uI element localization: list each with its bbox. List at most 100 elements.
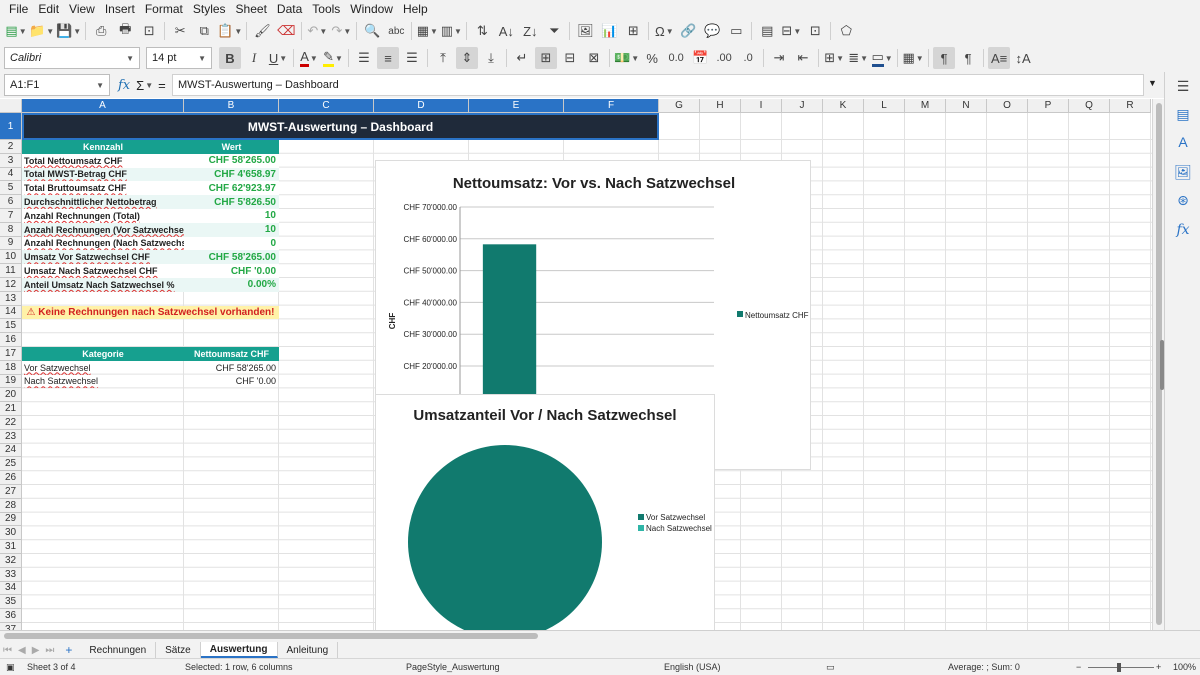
row-header-23[interactable]: 23 bbox=[0, 429, 22, 444]
freeze-rows-columns-icon[interactable]: ⊟ ▼ bbox=[780, 20, 802, 42]
category-name-cell[interactable]: Vor Satzwechsel bbox=[22, 361, 184, 375]
column-header-k[interactable]: K bbox=[823, 99, 864, 113]
spelling-icon[interactable]: abc bbox=[385, 20, 407, 42]
page-style[interactable]: PageStyle_Auswertung bbox=[406, 662, 500, 672]
category-value-cell[interactable]: CHF 58'265.00 bbox=[184, 361, 279, 375]
column-header-h[interactable]: H bbox=[700, 99, 741, 113]
align-left-icon[interactable]: ☰ bbox=[353, 47, 375, 69]
menu-item-edit[interactable]: Edit bbox=[33, 2, 64, 16]
column-header-g[interactable]: G bbox=[659, 99, 700, 113]
menu-item-insert[interactable]: Insert bbox=[100, 2, 140, 16]
chevron-down-icon[interactable]: ▼ bbox=[96, 81, 104, 90]
next-sheet-nav-icon[interactable]: ▶ bbox=[29, 645, 43, 656]
kpi-name-cell[interactable]: Total MWST-Betrag CHF bbox=[22, 167, 184, 182]
text-direction-rtl-icon[interactable]: ¶ bbox=[957, 47, 979, 69]
add-sheet-icon[interactable]: + bbox=[57, 643, 80, 657]
row-header-7[interactable]: 7 bbox=[0, 209, 22, 223]
insert-chart-icon[interactable]: 📊 bbox=[598, 20, 620, 42]
row-header-27[interactable]: 27 bbox=[0, 485, 22, 499]
row-icon[interactable]: ▦ ▼ bbox=[416, 20, 438, 42]
export-pdf-icon[interactable]: ⎙ bbox=[90, 20, 112, 42]
special-character-icon[interactable]: Ω ▼ bbox=[653, 20, 675, 42]
prev-sheet-nav-icon[interactable]: ◀ bbox=[15, 645, 29, 656]
menu-item-format[interactable]: Format bbox=[140, 2, 188, 16]
sheet-tab-rechnungen[interactable]: Rechnungen bbox=[80, 642, 157, 658]
row-header-28[interactable]: 28 bbox=[0, 498, 22, 513]
row-header-14[interactable]: 14 bbox=[0, 305, 22, 320]
text-orientation-horizontal-icon[interactable]: A≡ bbox=[988, 47, 1011, 69]
category-value-cell[interactable]: CHF '0.00 bbox=[184, 375, 279, 389]
undo-icon[interactable]: ↶ ▼ bbox=[306, 20, 328, 42]
row-header-29[interactable]: 29 bbox=[0, 512, 22, 527]
print-preview-icon[interactable]: ⊡ bbox=[138, 20, 160, 42]
name-box[interactable]: A1:F1 ▼ bbox=[4, 74, 110, 96]
menu-item-help[interactable]: Help bbox=[398, 2, 433, 16]
gallery-icon[interactable]: 🖼 bbox=[1173, 162, 1193, 182]
navigator-icon[interactable]: ⊛ bbox=[1173, 190, 1193, 210]
row-header-21[interactable]: 21 bbox=[0, 402, 22, 416]
column-header-q[interactable]: Q bbox=[1069, 99, 1110, 113]
row-header-12[interactable]: 12 bbox=[0, 278, 22, 292]
clone-formatting-icon[interactable]: 🖌 bbox=[251, 20, 273, 42]
functions-icon[interactable]: fx bbox=[1173, 220, 1193, 240]
find-replace-icon[interactable]: 🔍 bbox=[361, 20, 383, 42]
sheet-tab-auswertung[interactable]: Auswertung bbox=[200, 642, 278, 658]
font-name-combobox[interactable]: Calibri ▼ bbox=[4, 47, 140, 69]
row-header-4[interactable]: 4 bbox=[0, 167, 22, 182]
summary-status[interactable]: Average: ; Sum: 0 bbox=[948, 662, 1020, 672]
increase-indent-icon[interactable]: ⇥ bbox=[768, 47, 790, 69]
merge-cells-icon[interactable]: ⊟ bbox=[559, 47, 581, 69]
redo-icon[interactable]: ↷ ▼ bbox=[330, 20, 352, 42]
unmerge-cells-icon[interactable]: ⊠ bbox=[583, 47, 605, 69]
zoom-slider-thumb[interactable] bbox=[1117, 663, 1121, 672]
new-icon[interactable]: ▤ ▼ bbox=[5, 20, 27, 42]
row-header-32[interactable]: 32 bbox=[0, 554, 22, 568]
row-header-22[interactable]: 22 bbox=[0, 416, 22, 430]
row-header-8[interactable]: 8 bbox=[0, 222, 22, 237]
menu-item-view[interactable]: View bbox=[64, 2, 100, 16]
properties-icon[interactable]: ▤ bbox=[1173, 104, 1193, 124]
styles-icon[interactable]: A bbox=[1173, 132, 1193, 152]
kpi-value-cell[interactable]: 0 bbox=[184, 236, 279, 251]
row-header-1[interactable]: 1 bbox=[0, 113, 22, 140]
kpi-value-cell[interactable]: CHF 62'923.97 bbox=[184, 181, 279, 196]
clear-formatting-icon[interactable]: ⌫ bbox=[275, 20, 297, 42]
kpi-value-cell[interactable]: CHF 4'658.97 bbox=[184, 167, 279, 182]
font-size-combobox[interactable]: 14 pt ▼ bbox=[146, 47, 212, 69]
kpi-value-cell[interactable]: CHF 5'826.50 bbox=[184, 195, 279, 209]
sum-icon[interactable]: Σ bbox=[136, 78, 144, 93]
show-draw-functions-icon[interactable]: ⬠ bbox=[835, 20, 857, 42]
warning-cell[interactable]: ⚠ Keine Rechnungen nach Satzwechsel vorh… bbox=[22, 305, 279, 320]
hyperlink-icon[interactable]: 🔗 bbox=[677, 20, 699, 42]
kpi-value-cell[interactable]: 0.00% bbox=[184, 278, 279, 292]
first-sheet-nav-icon[interactable]: ⏮ bbox=[0, 645, 15, 656]
row-header-34[interactable]: 34 bbox=[0, 581, 22, 596]
delete-decimal-icon[interactable]: .0 bbox=[737, 47, 759, 69]
add-decimal-icon[interactable]: .00 bbox=[713, 47, 735, 69]
spreadsheet-grid[interactable]: ABCDEFGHIJKLMNOPQR 1 2 3 4 5 6 7 8 9 10 11 12 13 14 15… bbox=[0, 99, 1152, 630]
number-format-icon[interactable]: 0.0 bbox=[665, 47, 687, 69]
column-header-f[interactable]: F bbox=[564, 99, 659, 113]
column-header-a[interactable]: A bbox=[22, 99, 184, 113]
row-header-18[interactable]: 18 bbox=[0, 360, 22, 375]
borders-icon[interactable]: ⊞ ▼ bbox=[823, 47, 845, 69]
row-header-30[interactable]: 30 bbox=[0, 526, 22, 541]
column-header-m[interactable]: M bbox=[905, 99, 946, 113]
column-header-j[interactable]: J bbox=[782, 99, 823, 113]
chevron-down-icon[interactable]: ▼ bbox=[145, 81, 153, 90]
category-name-cell[interactable]: Nach Satzwechsel bbox=[22, 375, 184, 389]
highlight-color-icon[interactable]: ✎ ▼ bbox=[322, 47, 344, 69]
sort-ascending-icon[interactable]: A↓ bbox=[495, 20, 517, 42]
header-footer-icon[interactable]: ▭ bbox=[725, 20, 747, 42]
bold-button[interactable]: B bbox=[219, 47, 241, 69]
text-orientation-vertical-icon[interactable]: ↕A bbox=[1012, 47, 1034, 69]
kpi-name-cell[interactable]: Anzahl Rechnungen (Nach Satzwechsel) bbox=[22, 236, 184, 251]
row-header-13[interactable]: 13 bbox=[0, 291, 22, 306]
row-header-19[interactable]: 19 bbox=[0, 374, 22, 389]
text-direction-ltr-icon[interactable]: ¶ bbox=[933, 47, 956, 69]
select-all-corner[interactable] bbox=[0, 99, 22, 113]
kpi-name-cell[interactable]: Durchschnittlicher Nettobetrag bbox=[22, 195, 184, 209]
formula-input[interactable]: MWST-Auswertung – Dashboard bbox=[172, 74, 1144, 96]
sidebar-handle[interactable] bbox=[1160, 340, 1164, 390]
italic-button[interactable]: I bbox=[243, 47, 265, 69]
